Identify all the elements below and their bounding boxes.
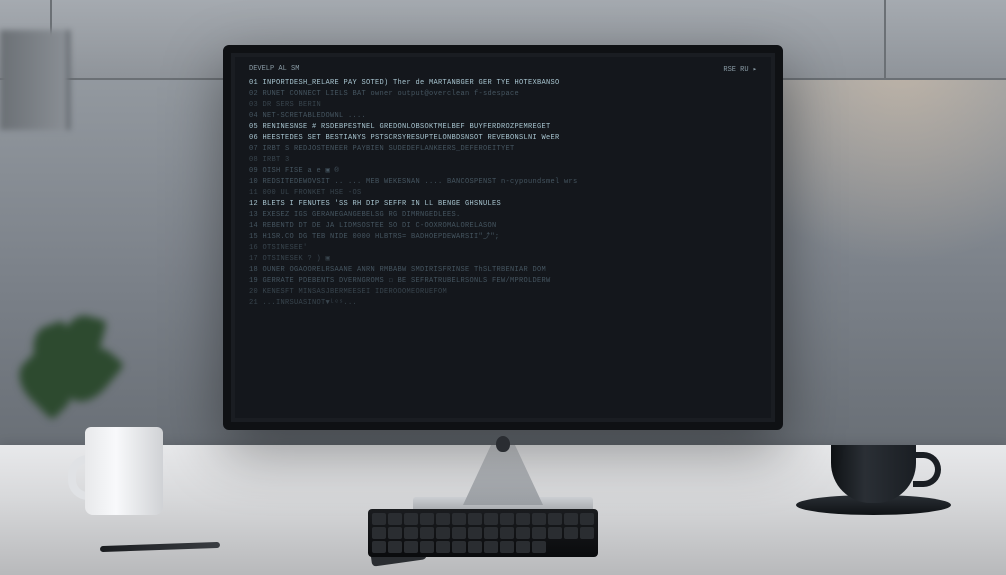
keyboard-key[interactable] [532, 527, 546, 539]
keyboard-key[interactable] [404, 541, 418, 553]
code-line: 13 EXESEZ IGS GERANEGANGEBELSG RG DIMRNG… [249, 210, 757, 221]
code-line: 21 ...INRSUASINOT▼ᴸᵉˢ... [249, 298, 757, 309]
code-line: 03 DR SERS BERIN [249, 100, 757, 111]
apple-logo-icon [496, 436, 510, 452]
header-left-text: DEVELP AL SM [249, 65, 299, 74]
keyboard-key[interactable] [484, 527, 498, 539]
code-line: 11 000 UL FRONKET HSE -OS [249, 188, 757, 199]
keyboard-key[interactable] [388, 527, 402, 539]
code-line: 17 OTSINESEK ? ) ▣ [249, 254, 757, 265]
code-line: 20 KENESFT MINSASJBERMEESEI IDEROOOMEORU… [249, 287, 757, 298]
keyboard-key[interactable] [548, 513, 562, 525]
keyboard-key[interactable] [500, 541, 514, 553]
code-line: 14 REBENTD DT DE JA LIDMSOSTEE SO DI C-O… [249, 221, 757, 232]
keyboard-key[interactable] [468, 513, 482, 525]
keyboard-key[interactable] [452, 513, 466, 525]
code-line: 19 GERRATE PDEBENTS DVERNGROMS ☐ BE SEFR… [249, 276, 757, 287]
keyboard-key[interactable] [580, 527, 594, 539]
keyboard-key[interactable] [564, 513, 578, 525]
code-line: 02 RUNET CONNECT LIELS BAT owner output@… [249, 89, 757, 100]
keyboard-key[interactable] [436, 541, 450, 553]
code-line: 10 REDSITEDEWOVSIT .. ... MEB WEKESNAN .… [249, 177, 757, 188]
code-line: 08 IRBT 3 [249, 155, 757, 166]
keyboard-key[interactable] [516, 527, 530, 539]
keyboard-key[interactable] [452, 527, 466, 539]
appliance-blurred [0, 30, 70, 130]
keyboard[interactable] [368, 509, 598, 557]
keyboard-key[interactable] [516, 513, 530, 525]
keyboard-key[interactable] [548, 527, 562, 539]
keyboard-key[interactable] [420, 527, 434, 539]
keyboard-key[interactable] [500, 513, 514, 525]
keyboard-key[interactable] [484, 541, 498, 553]
keyboard-key[interactable] [420, 513, 434, 525]
keyboard-key[interactable] [532, 541, 546, 553]
code-line: 06 HEESTEDES SET BESTIANYS PSTSCRSYRESUP… [249, 133, 757, 144]
keyboard-key[interactable] [372, 513, 386, 525]
code-line: 09 OISH FISE a e ▣ ® [249, 166, 757, 177]
code-line: 16 OTSINESEE' [249, 243, 757, 254]
code-line: 18 OUNER OGAOORELRSAANE ANRN RMBABW SMDI… [249, 265, 757, 276]
monitor: DEVELP AL SM RSE RU ▸ 01 INPORTDESH_RELA… [223, 45, 783, 430]
keyboard-key[interactable] [516, 541, 530, 553]
keyboard-key[interactable] [484, 513, 498, 525]
keyboard-key[interactable] [500, 527, 514, 539]
keyboard-key[interactable] [436, 513, 450, 525]
cabinet-divider [884, 0, 886, 80]
plant-decoration [15, 315, 115, 435]
code-line: 15 H1SR.CO DG TEB NIDE 0000 HLBTRS= BADH… [249, 232, 757, 243]
keyboard-key[interactable] [372, 541, 386, 553]
keyboard-key[interactable] [372, 527, 386, 539]
keyboard-key[interactable] [452, 541, 466, 553]
editor-header: DEVELP AL SM RSE RU ▸ [249, 65, 757, 74]
code-line: 12 BLETS I FENUTES 'SS RH DIP SEFFR IN L… [249, 199, 757, 210]
code-line: 04 NET-SCRETABLEDOWNL .... [249, 111, 757, 122]
keyboard-key[interactable] [468, 541, 482, 553]
keyboard-key[interactable] [388, 541, 402, 553]
header-right-text: RSE RU ▸ [723, 65, 757, 74]
keyboard-key[interactable] [436, 527, 450, 539]
keyboard-key[interactable] [468, 527, 482, 539]
code-line: 05 RENINESNSE # RSDEBPESTNEL GREDONLOBSO… [249, 122, 757, 133]
white-mug [85, 427, 163, 515]
code-line: 01 INPORTDESH_RELARE PAY SOTED) Ther de … [249, 78, 757, 89]
keyboard-key[interactable] [388, 513, 402, 525]
keyboard-key[interactable] [420, 541, 434, 553]
keyboard-key[interactable] [404, 527, 418, 539]
code-editor-screen[interactable]: DEVELP AL SM RSE RU ▸ 01 INPORTDESH_RELA… [235, 57, 771, 418]
code-line: 07 IRBT S REDJOSTENEER PAYBIEN SUDEDEFLA… [249, 144, 757, 155]
keyboard-key[interactable] [532, 513, 546, 525]
keyboard-key[interactable] [580, 513, 594, 525]
keyboard-key[interactable] [564, 527, 578, 539]
keyboard-key[interactable] [404, 513, 418, 525]
